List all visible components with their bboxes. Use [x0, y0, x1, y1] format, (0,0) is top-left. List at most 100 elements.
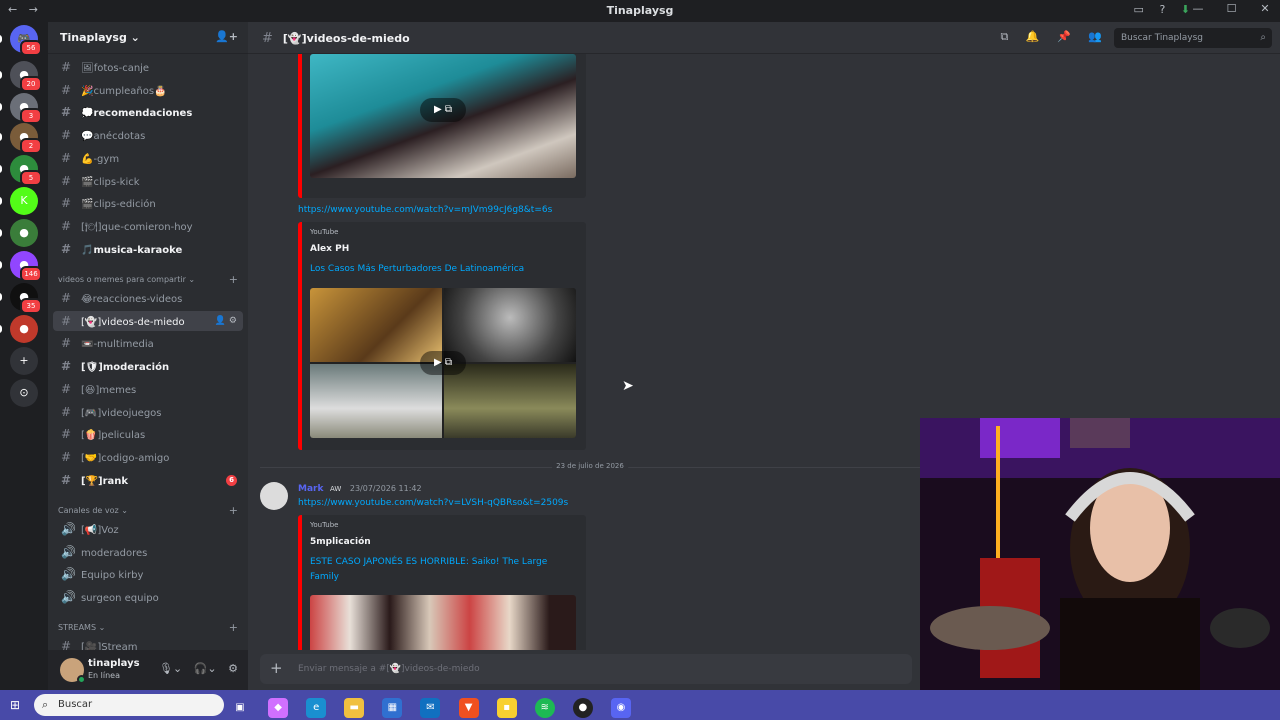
server-icon[interactable]: ● 3 — [0, 93, 42, 124]
server-icon[interactable]: ● 20 — [0, 61, 42, 92]
server-icon[interactable]: ● — [0, 315, 38, 343]
spotify-icon[interactable]: ≋ — [534, 698, 555, 718]
video-thumbnail[interactable]: ▶ ⧉ — [310, 54, 576, 178]
channel-label: 🎬clips-edición — [81, 199, 156, 211]
channel-item[interactable]: # [🛡]moderación — [53, 356, 243, 376]
video-thumbnail[interactable] — [310, 595, 576, 650]
channel-item[interactable]: # [🤝]codigo-amigo — [53, 447, 243, 467]
add-channel-icon[interactable]: + — [229, 621, 238, 634]
settings-gear-icon[interactable]: ⚙ — [228, 662, 238, 675]
embed-author[interactable]: Alex PH — [310, 244, 349, 254]
avatar[interactable] — [60, 658, 86, 684]
store-icon[interactable]: ▦ — [382, 698, 403, 718]
embed-title[interactable]: Los Casos Más Perturbadores De Latinoamé… — [310, 262, 576, 277]
close-button[interactable]: ✕ — [1250, 2, 1280, 15]
maximize-button[interactable]: ☐ — [1217, 2, 1247, 15]
discord-icon[interactable]: ◉ — [610, 698, 631, 718]
youtube-link[interactable]: https://www.youtube.com/watch?v=mJVm99cJ… — [298, 205, 552, 215]
hash-icon: # — [61, 381, 72, 396]
server-icon[interactable]: K — [0, 187, 38, 215]
hash-icon: # — [61, 173, 72, 188]
file-explorer-icon[interactable]: ▬ — [344, 698, 365, 718]
microphone-icon[interactable]: 🎙⌄ — [159, 662, 182, 675]
help-icon[interactable]: ? — [1159, 3, 1165, 16]
search-input[interactable]: Buscar Tinaplaysg ⌕ — [1114, 28, 1272, 48]
channel-item[interactable]: # 💪-gym — [53, 148, 243, 168]
channel-item[interactable]: # 📼-multimedia — [53, 333, 243, 353]
message-input[interactable]: + Enviar mensaje a #[👻]videos-de-miedo — [260, 654, 912, 684]
add-channel-icon[interactable]: + — [229, 273, 238, 286]
attach-plus-icon[interactable]: + — [270, 659, 283, 677]
channel-label: 📼-multimedia — [81, 339, 154, 351]
channel-item[interactable]: 🔊 Equipo kirby — [53, 564, 243, 584]
members-icon[interactable]: 👥 — [1088, 30, 1102, 43]
channel-category[interactable]: Canales de voz ⌄ + — [58, 504, 238, 517]
channel-item[interactable]: # 💭recomendaciones — [53, 102, 243, 122]
channel-header: # [👻]videos-de-miedo ⧉ 🔔 📌 👥 Buscar Tinap… — [248, 22, 1280, 54]
video-thumbnail[interactable]: ▶ ⧉ — [310, 288, 576, 438]
channel-label: [🍽]que-comieron-hoy — [81, 221, 193, 233]
channel-item[interactable]: # 😂reacciones-videos — [53, 288, 243, 308]
taskbar-search[interactable]: ⌕ Buscar — [34, 694, 224, 716]
channel-item[interactable]: # 🖼fotos-canje — [53, 57, 243, 77]
webcam-overlay — [920, 418, 1280, 690]
copilot-icon[interactable]: ◆ — [268, 698, 289, 718]
server-icon[interactable]: ⊙ — [10, 379, 38, 407]
username: tinaplays — [88, 658, 140, 669]
edge-icon[interactable]: e — [306, 698, 327, 718]
obs-icon[interactable]: ● — [572, 698, 593, 718]
inbox-icon[interactable]: ▭ — [1134, 3, 1144, 16]
add-channel-icon[interactable]: + — [229, 504, 238, 517]
user-status: En línea — [88, 671, 121, 680]
thumb-quadrant — [310, 364, 442, 438]
channel-item[interactable]: # [😆]memes — [53, 379, 243, 399]
play-icon[interactable]: ▶ ⧉ — [420, 98, 466, 122]
server-icon[interactable]: ● 146 — [0, 251, 42, 282]
server-glyph: ● — [19, 322, 29, 335]
channel-item[interactable]: 🔊 surgeon equipo — [53, 587, 243, 607]
windows-start-icon[interactable]: ⊞ — [10, 698, 20, 712]
embed-title[interactable]: ESTE CASO JAPONÉS ES HORRIBLE: Saiko! Th… — [310, 555, 576, 585]
server-icon[interactable]: ● 5 — [0, 155, 42, 186]
server-icon[interactable]: 🎮 56 — [0, 25, 42, 56]
play-icon[interactable]: ▶ ⧉ — [420, 351, 466, 375]
embed-author[interactable]: 5mplicación — [310, 537, 371, 547]
channel-category[interactable]: STREAMS ⌄ + — [58, 621, 238, 634]
channel-item[interactable]: # [🏆]rank 6 — [53, 470, 243, 490]
mention-badge: 2 — [20, 138, 42, 154]
channel-item[interactable]: # 💬anécdotas — [53, 125, 243, 145]
server-icon[interactable]: ● 2 — [0, 123, 42, 154]
channel-item[interactable]: 🔊 moderadores — [53, 542, 243, 562]
task-view-icon[interactable]: ▣ — [230, 698, 250, 718]
channel-settings-icon[interactable]: 👤 ⚙ — [215, 311, 237, 331]
invite-icon[interactable]: 👤+ — [215, 30, 238, 43]
headphones-icon[interactable]: 🎧⌄ — [194, 662, 217, 675]
channel-category[interactable]: videos o memes para compartir ⌄ + — [58, 273, 238, 286]
mail-icon[interactable]: ✉ — [420, 698, 441, 718]
channel-item[interactable]: 🔊 [📢]Voz — [53, 519, 243, 539]
server-icon[interactable]: ● 35 — [0, 283, 42, 314]
channel-item[interactable]: # 🎬clips-kick — [53, 171, 243, 191]
channel-item[interactable]: # [🍿]peliculas — [53, 424, 243, 444]
channel-item[interactable]: # 🎵musica-karaoke — [53, 239, 243, 259]
channel-item[interactable]: # [🍽]que-comieron-hoy — [53, 216, 243, 236]
guild-header[interactable]: Tinaplaysg ⌄ 👤+ — [48, 22, 248, 54]
message-username[interactable]: Mark — [298, 484, 323, 494]
threads-icon[interactable]: ⧉ — [1001, 30, 1009, 43]
avatar[interactable] — [260, 482, 288, 510]
bell-icon[interactable]: 🔔 — [1026, 30, 1040, 43]
channel-item[interactable]: # 🎬clips-edición — [53, 193, 243, 213]
brave-icon[interactable]: ▼ — [458, 698, 479, 718]
server-icon[interactable]: ● — [0, 219, 38, 247]
channel-item[interactable]: # [👻]videos-de-miedo 👤 ⚙ — [53, 310, 243, 331]
sticky-notes-icon[interactable]: ▪ — [496, 698, 517, 718]
channel-item[interactable]: # [🎮]videojuegos — [53, 402, 243, 422]
unread-pill — [0, 35, 2, 43]
mention-badge: 20 — [20, 76, 42, 92]
youtube-link[interactable]: https://www.youtube.com/watch?v=LVSH-qQB… — [298, 498, 568, 508]
unread-pill — [0, 197, 2, 205]
minimize-button[interactable]: — — [1183, 2, 1213, 15]
server-icon[interactable]: + — [10, 347, 38, 375]
pin-icon[interactable]: 📌 — [1057, 30, 1071, 43]
channel-item[interactable]: # 🎉cumpleaños🎂 — [53, 80, 243, 100]
